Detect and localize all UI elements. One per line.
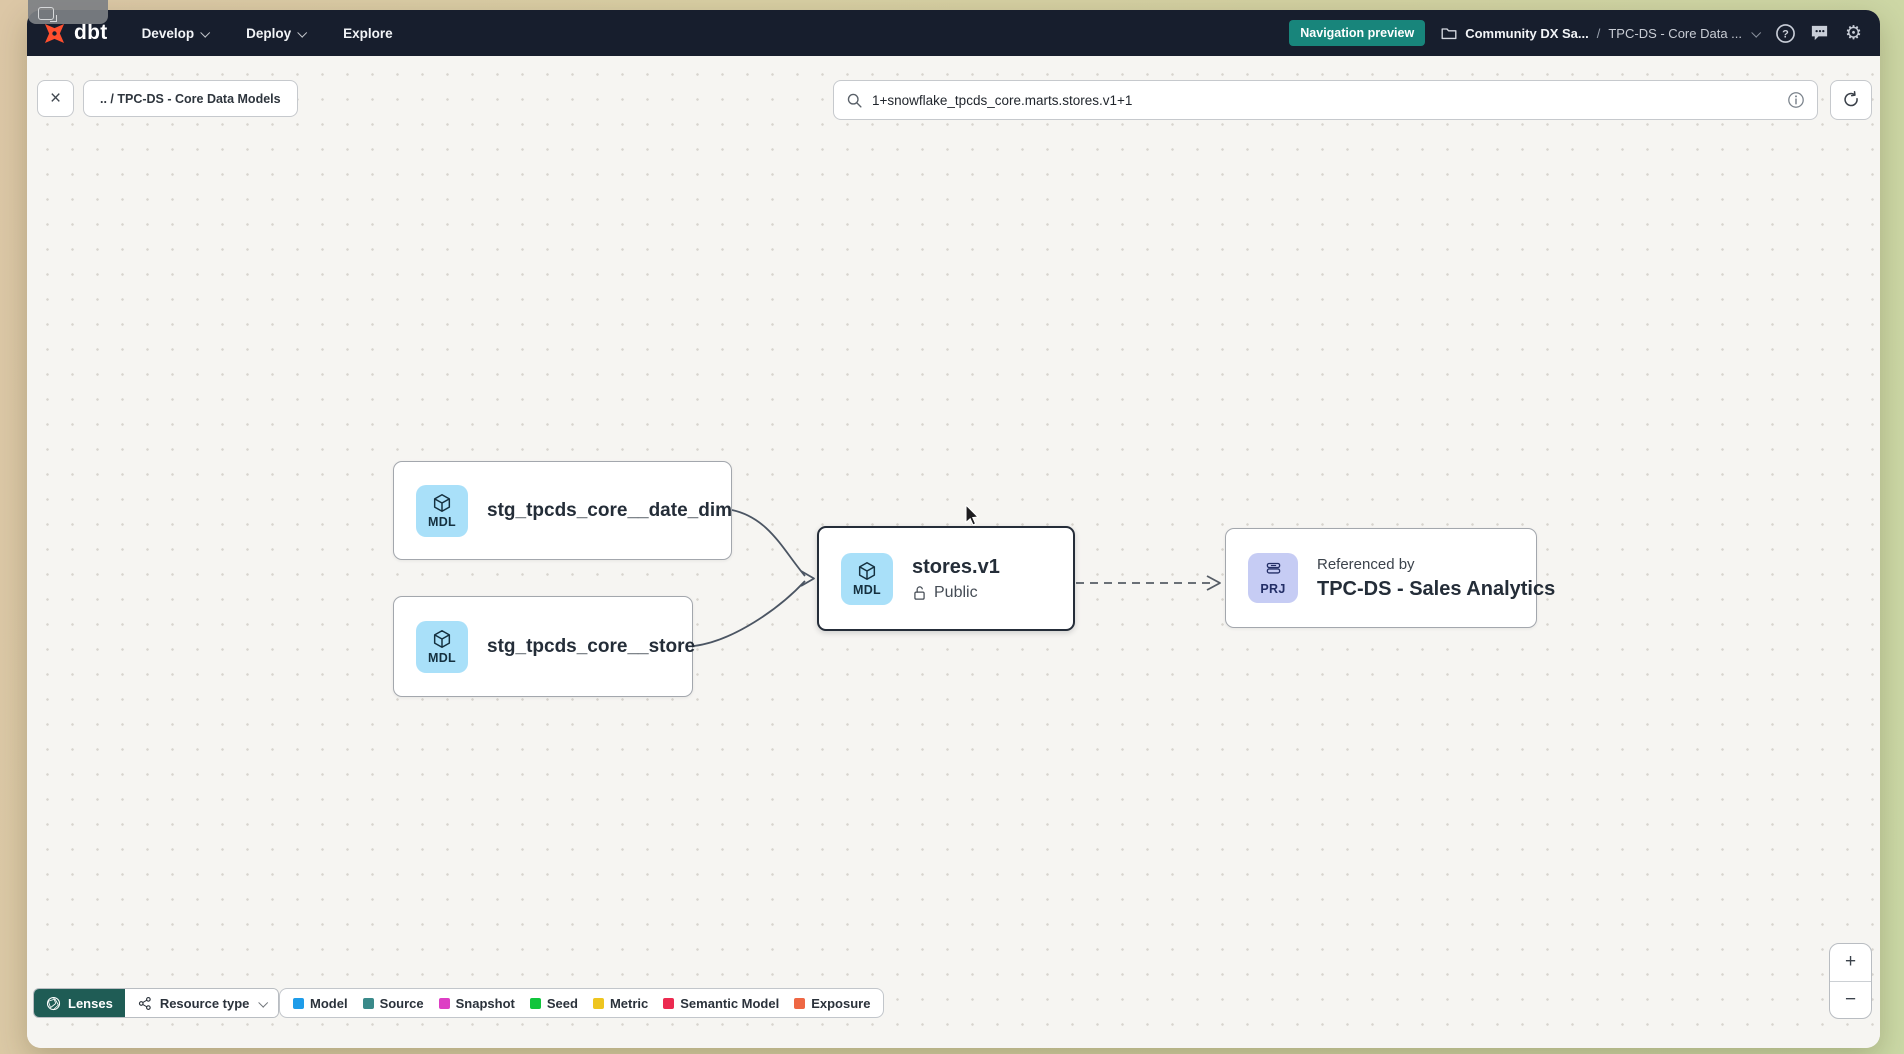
canvas-toolbar: × .. / TPC-DS - Core Data Models — [37, 80, 1872, 120]
model-badge: MDL — [841, 553, 893, 605]
node-label: TPC-DS - Sales Analytics — [1317, 578, 1555, 601]
lens-aperture-icon — [46, 996, 61, 1011]
breadcrumb-separator: / — [1597, 26, 1601, 41]
resource-legend: Model Source Snapshot Seed Metric Semant… — [279, 988, 884, 1018]
breadcrumb-section[interactable]: TPC-DS - Core Data ... — [1608, 26, 1742, 41]
refresh-icon — [1842, 91, 1861, 110]
chevron-down-icon — [200, 27, 210, 37]
project-badge: PRJ — [1248, 553, 1298, 603]
search-input[interactable] — [872, 93, 1778, 108]
resource-graph-icon — [137, 996, 153, 1011]
folder-icon — [1441, 26, 1457, 40]
nav-explore[interactable]: Explore — [343, 26, 393, 41]
node-stg-tpcds-core-date-dim[interactable]: MDL stg_tpcds_core__date_dim — [393, 461, 732, 560]
lenses-control: Lenses Resource type — [33, 988, 279, 1018]
help-icon[interactable]: ? — [1775, 23, 1796, 44]
navigation-preview-badge[interactable]: Navigation preview — [1289, 20, 1425, 46]
lenses-button[interactable]: Lenses — [34, 989, 125, 1017]
settings-gear-icon[interactable]: ⚙ — [1843, 23, 1864, 44]
legend-semantic-model: Semantic Model — [663, 996, 779, 1011]
app-window: dbt Develop Deploy Explore Navigation pr… — [27, 10, 1880, 1048]
screen-overlay-artifact — [28, 0, 108, 24]
legend-metric: Metric — [593, 996, 648, 1011]
mouse-cursor — [965, 505, 985, 527]
window-icon — [38, 7, 54, 20]
model-badge: MDL — [416, 485, 468, 537]
nav-deploy[interactable]: Deploy — [246, 26, 305, 41]
unlock-icon — [912, 584, 927, 601]
chevron-down-icon — [297, 27, 307, 37]
top-nav-bar: dbt Develop Deploy Explore Navigation pr… — [27, 10, 1880, 56]
lineage-canvas[interactable]: × .. / TPC-DS - Core Data Models — [27, 56, 1880, 1048]
legend-swatch — [593, 998, 604, 1009]
search-icon — [846, 92, 863, 109]
node-label: stg_tpcds_core__store — [487, 636, 695, 658]
breadcrumb-project[interactable]: Community DX Sa... — [1465, 26, 1589, 41]
legend-swatch — [293, 998, 304, 1009]
model-badge: MDL — [416, 621, 468, 673]
close-icon: × — [50, 88, 61, 110]
feedback-icon[interactable] — [1809, 23, 1830, 44]
archive-icon — [1263, 560, 1284, 581]
legend-seed: Seed — [530, 996, 578, 1011]
cube-icon — [431, 492, 453, 514]
node-label: stg_tpcds_core__date_dim — [487, 500, 732, 522]
legend-swatch — [439, 998, 450, 1009]
referenced-by-label: Referenced by — [1317, 556, 1555, 573]
info-icon[interactable] — [1787, 91, 1805, 109]
refresh-button[interactable] — [1830, 80, 1872, 120]
legend-snapshot: Snapshot — [439, 996, 515, 1011]
zoom-out-button[interactable]: − — [1830, 982, 1871, 1019]
dbt-logo-text: dbt — [74, 21, 108, 45]
chevron-down-icon — [259, 997, 269, 1007]
breadcrumb[interactable]: Community DX Sa... / TPC-DS - Core Data … — [1441, 26, 1759, 41]
node-referenced-by-project[interactable]: PRJ Referenced by TPC-DS - Sales Analyti… — [1225, 528, 1537, 628]
resource-type-dropdown[interactable]: Resource type — [125, 989, 279, 1017]
svg-text:?: ? — [1782, 28, 1789, 40]
nav-develop[interactable]: Develop — [142, 26, 209, 41]
legend-swatch — [530, 998, 541, 1009]
legend-exposure: Exposure — [794, 996, 870, 1011]
node-stg-tpcds-core-store[interactable]: MDL stg_tpcds_core__store — [393, 596, 693, 697]
cube-icon — [431, 628, 453, 650]
cube-icon — [856, 560, 878, 582]
zoom-controls: + − — [1829, 943, 1872, 1019]
access-level: Public — [912, 584, 1000, 602]
legend-model: Model — [293, 996, 348, 1011]
chevron-down-icon — [1751, 27, 1761, 37]
legend-swatch — [794, 998, 805, 1009]
lineage-selector-bar[interactable] — [833, 80, 1818, 120]
node-label: stores.v1 — [912, 556, 1000, 579]
path-chip[interactable]: .. / TPC-DS - Core Data Models — [83, 80, 298, 117]
zoom-in-button[interactable]: + — [1830, 944, 1871, 982]
node-stores-v1[interactable]: MDL stores.v1 Public — [817, 526, 1075, 631]
legend-swatch — [663, 998, 674, 1009]
legend-source: Source — [363, 996, 424, 1011]
legend-swatch — [363, 998, 374, 1009]
close-button[interactable]: × — [37, 80, 74, 117]
